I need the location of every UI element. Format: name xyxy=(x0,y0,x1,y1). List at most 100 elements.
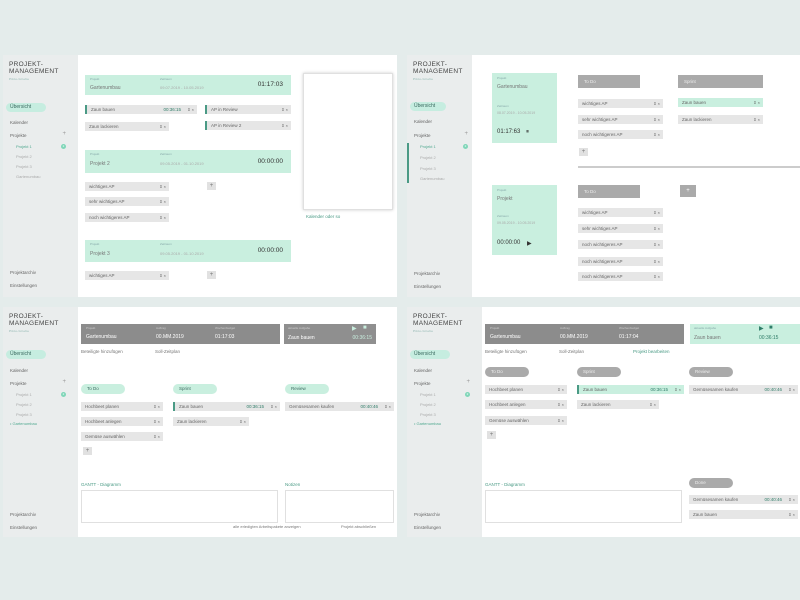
schedule-link[interactable]: Soll-Zeitplan xyxy=(559,349,584,354)
add-task-button[interactable]: + xyxy=(83,447,92,455)
calendar-widget[interactable] xyxy=(303,73,393,210)
task-item[interactable]: Hochbeet planen ⇕ × xyxy=(81,402,163,411)
edit-project-link[interactable]: Projekt bearbeiten xyxy=(633,349,670,354)
task-item[interactable]: wichtiges AP ⇕ × xyxy=(85,182,169,191)
schedule-link[interactable]: Soll-Zeitplan xyxy=(155,349,180,354)
play-icon[interactable]: ▶ xyxy=(759,325,764,332)
task-item[interactable]: Zaun bauen 00:36:15 ⇕ × xyxy=(577,385,684,394)
task-item[interactable]: sehr wichtiges AP ⇕ × xyxy=(85,197,169,206)
nav-project-2[interactable]: Projekt 2 xyxy=(420,155,436,160)
nav-project-1[interactable]: Projekt 1 xyxy=(16,144,32,149)
nav-archive[interactable]: Projektarchiv xyxy=(414,512,440,517)
project-card-garden[interactable]: Projekt Zeitraum Gartenumbau 09.07.2019 … xyxy=(85,75,291,95)
task-item[interactable]: Zaun bauen 00:36:15 ⇕ × xyxy=(173,402,280,411)
nav-projects[interactable]: Projekte xyxy=(10,133,27,138)
stop-icon[interactable]: ■ xyxy=(769,325,773,331)
nav-overview[interactable]: Übersicht xyxy=(410,102,446,111)
nav-project-garden[interactable]: Gartenumbau xyxy=(420,176,444,181)
task-item[interactable]: Hochbeet anlegen ⇕ × xyxy=(485,400,567,409)
task-item[interactable]: noch wichtigeres AP ⇕ × xyxy=(578,240,663,249)
task-item[interactable]: Zaun lackieren ⇕ × xyxy=(173,417,249,426)
task-item[interactable]: Hochbeet anlegen ⇕ × xyxy=(81,417,163,426)
task-item[interactable]: Zaun lackieren ⇕ × xyxy=(577,400,659,409)
nav-project-3[interactable]: Projekt 3 xyxy=(420,412,436,417)
nav-project-1[interactable]: Projekt 1 xyxy=(420,392,436,397)
add-participants-link[interactable]: Beteiligte hinzufügen xyxy=(485,349,527,354)
notes-box[interactable] xyxy=(285,490,394,523)
nav-project-garden[interactable]: • Gartenumbau xyxy=(414,421,441,426)
project-card-2[interactable]: Projekt Zeitraum Projekt 2 09.05.2019 - … xyxy=(85,150,291,173)
nav-project-2[interactable]: Projekt 2 xyxy=(16,154,32,159)
nav-calendar[interactable]: Kalender xyxy=(10,368,28,373)
task-item[interactable]: noch wichtigeres AP ⇕ × xyxy=(578,130,663,139)
task-item[interactable]: Gemüsesamen kaufen 00:40:46 ⇕ × xyxy=(689,495,798,504)
nav-overview[interactable]: Übersicht xyxy=(6,103,46,112)
task-item[interactable]: noch wichtigeres AP ⇕ × xyxy=(578,272,663,281)
nav-overview[interactable]: Übersicht xyxy=(410,350,450,359)
gantt-chart[interactable] xyxy=(485,490,682,523)
calendar-link[interactable]: Kalender oder so xyxy=(306,214,340,219)
show-completed-link[interactable]: alle erledigten Arbeitspakete anzeigen xyxy=(233,524,301,529)
task-item[interactable]: Gemüse auswählen ⇕ × xyxy=(485,416,567,425)
task-item[interactable]: Zaun bauen 00:36:15 ⇕ × xyxy=(85,105,197,114)
project-card-3[interactable]: Projekt Zeitraum Projekt 3 09.05.2019 - … xyxy=(85,240,291,262)
nav-projects[interactable]: Projekte xyxy=(10,381,27,386)
task-item[interactable]: noch wichtigeres AP ⇕ × xyxy=(85,213,169,222)
nav-archive[interactable]: Projektarchiv xyxy=(414,271,440,276)
nav-project-3[interactable]: Projekt 3 xyxy=(420,166,436,171)
task-item[interactable]: Gemüsesamen kaufen 00:40:46 ⇕ × xyxy=(689,385,798,394)
project-card-2[interactable]: Projekt Projekt Zeitraum 09.05.2019 - 10… xyxy=(492,185,557,255)
task-item[interactable]: wichtiges AP ⇕ × xyxy=(578,208,663,217)
task-item[interactable]: Hochbeet planen ⇕ × xyxy=(485,385,567,394)
nav-project-2[interactable]: Projekt 2 xyxy=(420,402,436,407)
task-item[interactable]: sehr wichtiges AP ⇕ × xyxy=(578,115,663,124)
nav-overview[interactable]: Übersicht xyxy=(6,350,46,359)
add-project-icon[interactable]: + xyxy=(466,379,470,385)
nav-projects[interactable]: Projekte xyxy=(414,133,431,138)
add-column-button[interactable]: + xyxy=(680,185,696,197)
add-task-button[interactable]: + xyxy=(487,431,496,439)
finish-project-link[interactable]: Projekt abschließen xyxy=(341,524,376,529)
task-item[interactable]: Zaun lackieren ⇕ × xyxy=(85,122,169,131)
review-item[interactable]: AP in Review ⇕ × xyxy=(205,105,291,114)
add-project-icon[interactable]: + xyxy=(464,131,468,137)
nav-project-1[interactable]: Projekt 1 xyxy=(16,392,32,397)
task-item[interactable]: Zaun bauen ⇕ × xyxy=(689,510,798,519)
stop-icon[interactable]: ■ xyxy=(363,325,367,331)
nav-calendar[interactable]: Kalender xyxy=(414,119,432,124)
add-participants-link[interactable]: Beteiligte hinzufügen xyxy=(81,349,123,354)
gantt-chart[interactable] xyxy=(81,490,278,523)
pause-icon[interactable]: ⏸ xyxy=(526,129,529,136)
task-item[interactable]: Gemüsesamen kaufen 00:40:46 ⇕ × xyxy=(285,402,394,411)
nav-archive[interactable]: Projektarchiv xyxy=(10,512,36,517)
nav-settings[interactable]: Einstellungen xyxy=(10,283,37,288)
nav-calendar[interactable]: Kalender xyxy=(10,120,28,125)
task-item[interactable]: wichtiges AP ⇕ × xyxy=(85,271,169,280)
task-item[interactable]: noch wichtigeres AP ⇕ × xyxy=(578,257,663,266)
play-icon[interactable]: ▶ xyxy=(352,325,357,332)
play-icon[interactable]: ▶ xyxy=(527,240,532,247)
add-project-icon[interactable]: + xyxy=(62,131,66,137)
task-item[interactable]: Gemüse auswählen ⇕ × xyxy=(81,432,163,441)
nav-archive[interactable]: Projektarchiv xyxy=(10,270,36,275)
nav-settings[interactable]: Einstellungen xyxy=(414,284,441,289)
review-item[interactable]: AP in Review 2 ⇕ × xyxy=(205,121,291,130)
nav-project-1[interactable]: Projekt 1 xyxy=(420,144,436,149)
current-task-widget[interactable]: aktuelle Aufgabe Zaun bauen 00:36:15 ▶ ■ xyxy=(284,324,376,344)
add-task-button[interactable]: + xyxy=(579,148,588,156)
nav-project-3[interactable]: Projekt 3 xyxy=(16,164,32,169)
task-item[interactable]: Zaun lackieren ⇕ × xyxy=(678,115,763,124)
nav-settings[interactable]: Einstellungen xyxy=(414,525,441,530)
task-item[interactable]: sehr wichtiges AP ⇕ × xyxy=(578,224,663,233)
project-card-garden[interactable]: Projekt Gartenumbau Zeitraum 08.07.2019 … xyxy=(492,73,557,143)
nav-settings[interactable]: Einstellungen xyxy=(10,525,37,530)
nav-projects[interactable]: Projekte xyxy=(414,381,431,386)
add-task-button[interactable]: + xyxy=(207,182,216,190)
nav-calendar[interactable]: Kalender xyxy=(414,368,432,373)
task-item[interactable]: Zaun bauen ⇕ × xyxy=(678,98,763,107)
nav-project-2[interactable]: Projekt 2 xyxy=(16,402,32,407)
nav-project-garden[interactable]: • Gartenumbau xyxy=(10,421,37,426)
nav-project-3[interactable]: Projekt 3 xyxy=(16,412,32,417)
add-task-button[interactable]: + xyxy=(207,271,216,279)
add-project-icon[interactable]: + xyxy=(62,379,66,385)
